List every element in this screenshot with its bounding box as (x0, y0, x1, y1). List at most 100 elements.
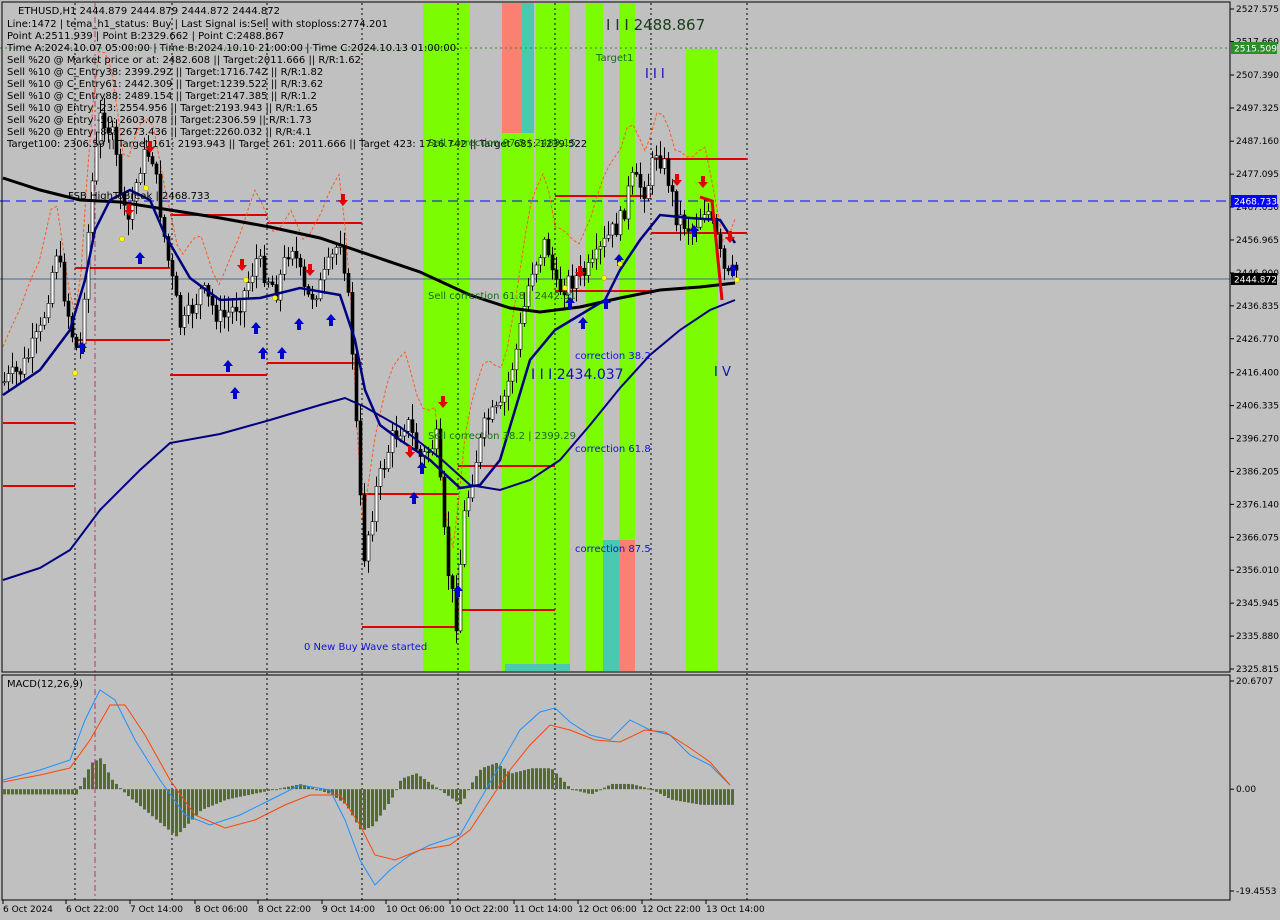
macd-histogram-bar (23, 789, 26, 795)
macd-histogram-bar (611, 783, 614, 790)
candle-body (674, 191, 679, 226)
macd-histogram-bar (731, 789, 734, 805)
macd-histogram-bar (167, 789, 170, 830)
candle-body (722, 248, 727, 269)
candle-body (574, 275, 579, 289)
candle-body (82, 298, 87, 345)
price-tick-label: 2356.010 (1236, 566, 1279, 576)
macd-histogram-bar (623, 783, 626, 790)
star-marker-icon (72, 370, 78, 376)
macd-histogram-bar (515, 772, 518, 790)
candle-body (538, 257, 543, 266)
macd-histogram-bar (103, 764, 106, 790)
candle-body (346, 273, 351, 293)
candle-body (214, 304, 219, 322)
macd-histogram-bar (211, 789, 214, 806)
candle-body (354, 353, 359, 422)
candle-body (654, 155, 659, 159)
macd-histogram-bar (479, 769, 482, 790)
candle-body (230, 306, 235, 313)
candle-body (658, 155, 663, 169)
candle-body (518, 322, 523, 350)
candle-body (250, 275, 255, 283)
candle-body (6, 373, 11, 383)
teal-zone (522, 3, 534, 133)
macd-histogram-bar (15, 789, 18, 795)
macd-histogram-bar (63, 789, 66, 795)
candle-body (650, 157, 655, 186)
candle-body (22, 357, 27, 375)
macd-histogram-bar (47, 789, 50, 795)
macd-histogram-bar (687, 789, 690, 803)
macd-histogram-bar (271, 789, 274, 791)
macd-histogram-bar (419, 776, 422, 790)
macd-histogram-bar (671, 789, 674, 800)
star-marker-icon (617, 261, 623, 267)
candle-body (626, 185, 631, 220)
candle-body (622, 210, 627, 220)
macd-histogram-bar (203, 789, 206, 809)
candle-body (154, 163, 159, 175)
macd-histogram-bar (183, 789, 186, 828)
macd-title: MACD(12,26,9) (7, 679, 83, 690)
macd-histogram-bar (195, 789, 198, 816)
candle-body (294, 250, 299, 259)
candle-body (634, 171, 639, 175)
candle-body (314, 298, 319, 301)
macd-histogram-bar (235, 789, 238, 798)
macd-histogram-bar (11, 789, 14, 795)
candle-body (494, 405, 499, 408)
macd-histogram-bar (543, 768, 546, 790)
macd-histogram-bar (667, 789, 670, 799)
candle-body (458, 564, 463, 632)
macd-histogram-bar (647, 788, 650, 790)
green-zone (586, 3, 603, 671)
candle-body (298, 257, 303, 268)
candle-body (670, 185, 675, 192)
macd-histogram-bar (591, 789, 594, 794)
macd-histogram-bar (511, 773, 514, 790)
candle-body (514, 348, 519, 371)
macd-histogram-bar (415, 773, 418, 790)
candle-body (318, 279, 323, 300)
time-tick-label: 12 Oct 06:00 (578, 905, 637, 915)
candle-body (558, 279, 563, 293)
macd-histogram-bar (427, 781, 430, 790)
candle-body (174, 275, 179, 296)
candle-body (150, 156, 155, 165)
candle-body (462, 510, 467, 565)
candle-body (410, 419, 415, 433)
macd-histogram-bar (215, 789, 218, 804)
candle-body (570, 275, 575, 289)
candle-body (666, 158, 671, 186)
candle-body (194, 304, 199, 314)
candle-body (266, 281, 271, 284)
candle-body (138, 173, 143, 183)
candle-body (602, 237, 607, 247)
macd-histogram-bar (91, 762, 94, 790)
candle-body (474, 462, 479, 486)
macd-histogram-bar (379, 789, 382, 816)
trading-chart[interactable]: ETHUSD,H1 2444.879 2444.879 2444.872 244… (0, 0, 1280, 920)
candle-body (234, 306, 239, 312)
green-zone (686, 49, 718, 671)
macd-histogram-bar (83, 777, 86, 790)
macd-histogram-bar (575, 789, 578, 791)
macd-histogram-bar (43, 789, 46, 795)
macd-histogram-bar (555, 773, 558, 790)
macd-histogram-bar (567, 786, 570, 790)
candle-body (2, 381, 7, 384)
sell-correction-87-label: Sell correction 87.5 | 2489.15 (428, 138, 576, 149)
macd-histogram-bar (467, 789, 470, 791)
macd-histogram-bar (127, 789, 130, 797)
macd-histogram-bar (691, 789, 694, 804)
time-tick-label: 8 Oct 06:00 (195, 905, 248, 915)
macd-histogram-bar (155, 789, 158, 820)
candle-body (362, 494, 367, 562)
time-tick-label: 6 Oct 22:00 (66, 905, 119, 915)
price-tick-label: 2487.160 (1236, 137, 1279, 147)
macd-histogram-bar (459, 789, 462, 805)
macd-histogram-bar (395, 789, 398, 791)
star-marker-icon (243, 277, 249, 283)
price-tick-label: 2376.140 (1236, 500, 1279, 510)
